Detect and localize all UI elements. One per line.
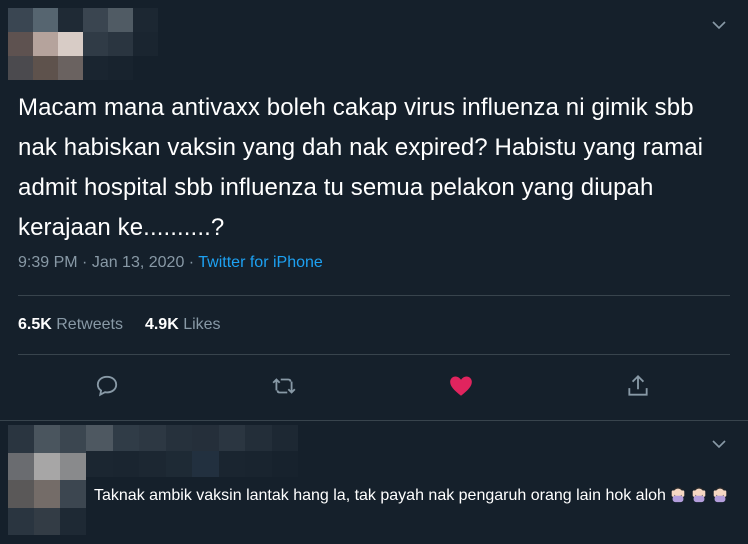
retweets-label: Retweets	[56, 316, 123, 333]
face-palm-emoji	[666, 487, 687, 504]
likes-label: Likes	[183, 316, 221, 333]
like-button[interactable]	[445, 370, 477, 402]
retweets-stat[interactable]: 6.5K Retweets	[18, 316, 123, 333]
heart-icon	[450, 376, 472, 396]
tweet-options-chevron-down-icon[interactable]	[710, 16, 728, 34]
reply-author-avatar-pixelated[interactable]	[8, 425, 86, 535]
author-avatar-pixelated[interactable]	[8, 8, 158, 80]
likes-count: 4.9K	[144, 316, 179, 333]
divider	[18, 295, 730, 296]
likes-stat[interactable]: 4.9K Likes	[145, 316, 221, 333]
retweet-icon	[272, 378, 296, 394]
meta-separator: ·	[77, 254, 92, 271]
meta-separator: ·	[184, 254, 199, 271]
tweet-meta: 9:39 PM · Jan 13, 2020 · Twitter for iPh…	[18, 254, 323, 272]
reply-author-name-pixelated[interactable]	[86, 425, 298, 477]
reply-options-chevron-down-icon[interactable]	[710, 435, 728, 453]
tweet-date[interactable]: Jan 13, 2020	[92, 254, 185, 271]
face-palm-emoji	[687, 487, 708, 504]
tweet-actions	[0, 370, 748, 406]
speech-bubble-icon	[96, 375, 118, 397]
tweet-stats: 6.5K Retweets 4.9K Likes	[18, 316, 221, 334]
retweet-button[interactable]	[268, 370, 300, 402]
reply-text-content: Taknak ambik vaksin lantak hang la, tak …	[94, 487, 666, 504]
share-icon	[628, 374, 648, 396]
tweet-time[interactable]: 9:39 PM	[18, 254, 78, 271]
divider	[18, 354, 730, 355]
main-tweet: Macam mana antivaxx boleh cakap virus in…	[0, 0, 748, 420]
tweet-source-link[interactable]: Twitter for iPhone	[198, 254, 323, 271]
share-button[interactable]	[622, 370, 654, 402]
face-palm-emoji	[708, 487, 729, 504]
tweet-text: Macam mana antivaxx boleh cakap virus in…	[18, 94, 704, 241]
retweets-count: 6.5K	[18, 316, 52, 333]
reply-text: Taknak ambik vaksin lantak hang la, tak …	[94, 485, 734, 507]
reply-tweet[interactable]: Taknak ambik vaksin lantak hang la, tak …	[0, 421, 748, 544]
reply-button[interactable]	[91, 370, 123, 402]
